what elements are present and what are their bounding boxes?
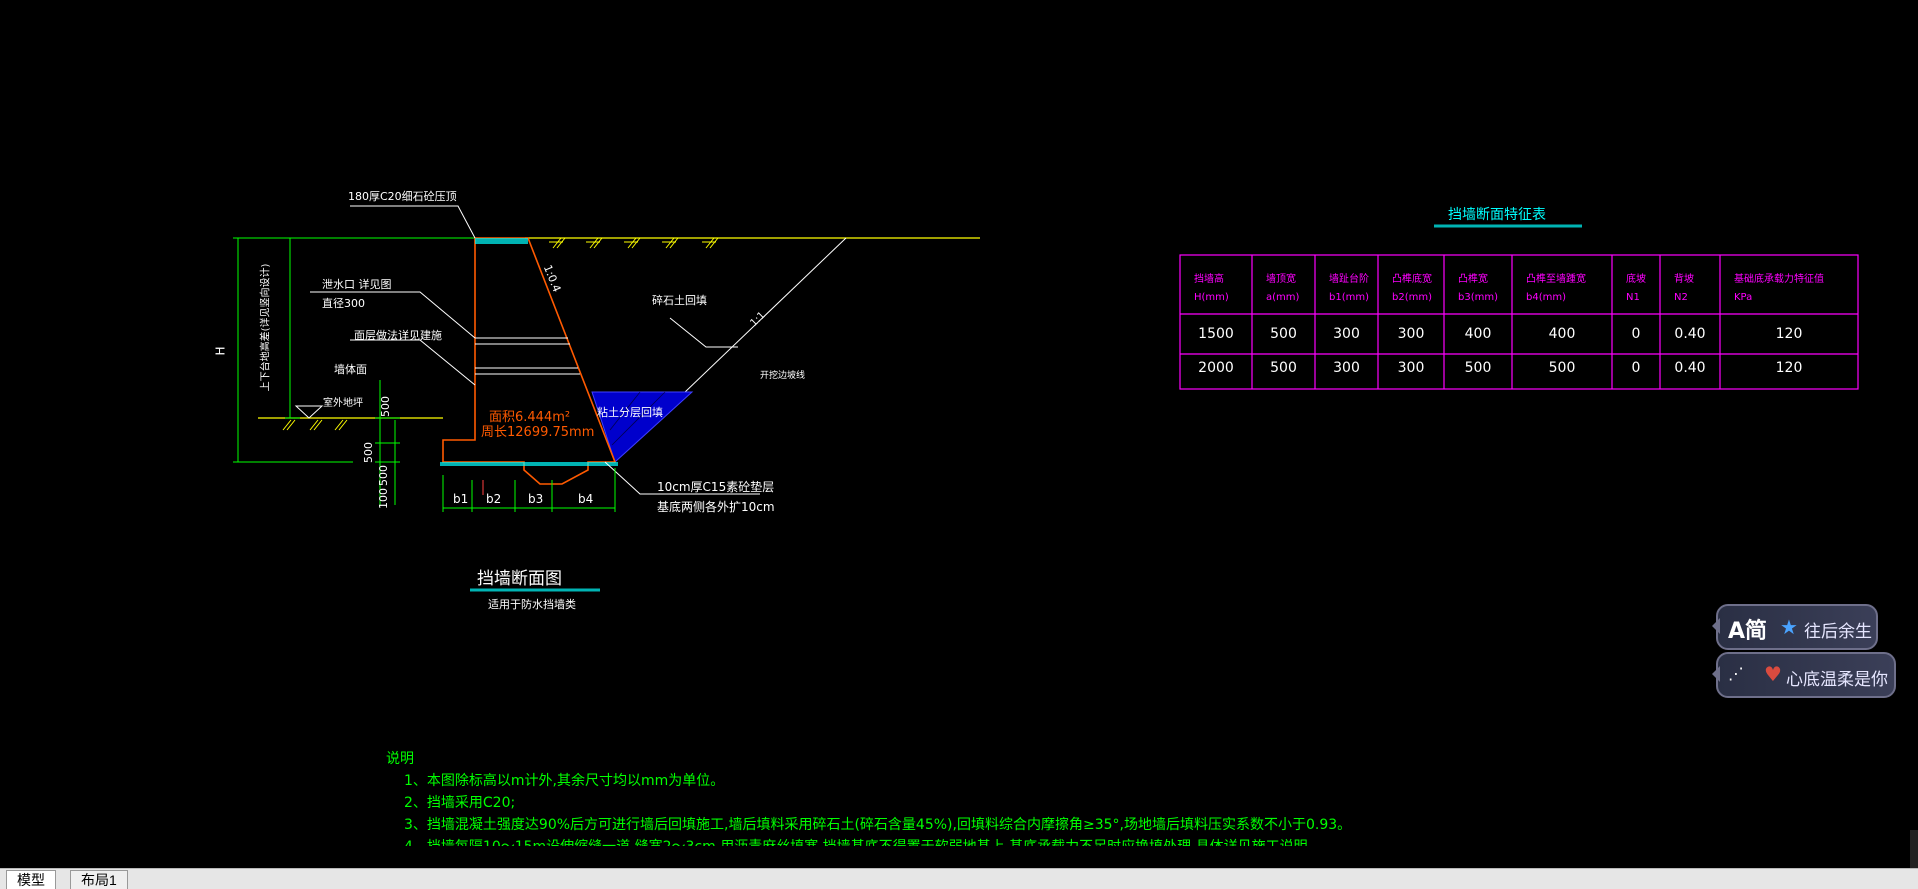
dim-100: 100 — [377, 488, 390, 509]
table-header-cell: N1 — [1626, 292, 1640, 303]
table-cell: 0.40 — [1674, 326, 1706, 342]
table-cell: 0.40 — [1674, 360, 1706, 376]
table-cell: 300 — [1397, 326, 1425, 342]
dim-b3: b3 — [528, 492, 544, 506]
table-title: 挡墙断面特征表 — [1448, 207, 1546, 223]
table-header-cell: b3(mm) — [1458, 292, 1498, 303]
dim-b2: b2 — [486, 492, 502, 506]
label-backfill-top: 碎石土回填 — [652, 294, 707, 307]
table-header-cell: 底坡 — [1626, 274, 1646, 285]
bubble-1-logo: A简 — [1728, 619, 1768, 644]
table-cell: 0 — [1631, 360, 1641, 376]
label-drain-dia: 直径300 — [322, 297, 365, 310]
table-cell: 500 — [1270, 360, 1297, 376]
overlay-bubble-1[interactable]: A简 ★ 往后余生 — [1712, 604, 1878, 650]
label-cap: 180厚C20细石砼压顶 — [348, 190, 457, 203]
table-cell: 500 — [1464, 360, 1492, 376]
note-3: 3、挡墙混凝土强度达90%后方可进行墙后回填施工,墙后填料采用碎石土(碎石含量4… — [404, 817, 1352, 833]
label-left-vertical: 上下台地高差(详见竖向设计) — [260, 263, 272, 392]
decor-icon: ⋰ — [1728, 664, 1744, 683]
dim-500-b: 500 — [362, 442, 375, 463]
tab-layout1[interactable]: 布局1 — [70, 870, 128, 889]
table-cell: 400 — [1548, 326, 1576, 342]
table-cell: 2000 — [1198, 360, 1234, 376]
label-h: H — [213, 346, 228, 356]
section-title: 挡墙断面图 — [477, 569, 562, 589]
retaining-wall-body — [442, 237, 617, 485]
table-cell: 1500 — [1198, 326, 1234, 342]
table-header-cell: 凸榫底宽 — [1392, 274, 1432, 285]
star-icon: ★ — [1780, 615, 1798, 639]
notes-block: 说明 1、本图除标高以m计外,其余尺寸均以mm为单位。 2、挡墙采用C20; 3… — [386, 748, 1351, 846]
table-header-cell: KPa — [1734, 292, 1753, 303]
table-cell: 300 — [1333, 360, 1360, 376]
table-cell: 500 — [1270, 326, 1297, 342]
wall-cap — [475, 238, 528, 244]
table-cell: 120 — [1775, 326, 1803, 342]
vertical-scrollbar[interactable] — [1910, 830, 1918, 868]
table-header-cell: b4(mm) — [1526, 292, 1566, 303]
table-header-cell: 墙趾台阶 — [1329, 274, 1369, 285]
base-layer — [440, 462, 618, 466]
label-base-width: 基底两侧各外扩10cm — [657, 500, 775, 514]
bubble-2-text: 心底温柔是你 — [1786, 670, 1888, 690]
table-header-cell: b1(mm) — [1329, 292, 1369, 303]
label-backfill-blue: 粘土分层回填 — [597, 406, 663, 419]
label-base-layer: 10cm厚C15素砼垫层 — [657, 480, 775, 494]
table-header-cell: 挡墙高 — [1194, 274, 1224, 285]
note-4: 4、挡墙每隔10～15m设伸缩缝一道,缝宽2～3cm,用沥青麻丝填塞,挡墙基底不… — [386, 836, 1351, 846]
table-header-cell: b2(mm) — [1392, 292, 1432, 303]
table-header-cell: 墙顶宽 — [1266, 274, 1296, 285]
section-subtitle: 适用于防水挡墙类 — [488, 598, 576, 611]
label-wall-face: 面层做法详见建施 — [354, 329, 442, 342]
table-header-cell: a(mm) — [1266, 292, 1300, 303]
layout-tab-bar: 模型 布局1 — [0, 868, 1918, 889]
table-header-cell: 凸榫宽 — [1458, 274, 1488, 285]
note-2: 2、挡墙采用C20; — [404, 795, 516, 811]
table-header-cell: 背坡 — [1674, 274, 1694, 285]
table-cell: 120 — [1775, 360, 1803, 376]
label-perimeter: 周长12699.75mm — [481, 425, 595, 440]
overlay-bubble-2[interactable]: ⋰ ♥ 心底温柔是你 — [1712, 652, 1896, 698]
dim-b4: b4 — [578, 492, 594, 506]
table-header-cell: 凸榫至墙踵宽 — [1526, 274, 1586, 285]
table-header-cell: 基础底承载力特征值 — [1734, 274, 1824, 285]
dim-500-c: 500 — [377, 465, 390, 486]
clay-backfill-area — [591, 391, 694, 463]
heart-icon: ♥ — [1764, 662, 1782, 686]
table-cell: 300 — [1333, 326, 1360, 342]
table-cell: 400 — [1464, 326, 1492, 342]
tab-model[interactable]: 模型 — [6, 870, 56, 889]
table-cell: 300 — [1397, 360, 1425, 376]
bubble-1-text: 往后余生 — [1804, 622, 1872, 642]
cad-drawing-canvas[interactable] — [0, 0, 1918, 868]
dim-b1: b1 — [453, 492, 469, 506]
label-wall-face2: 墙体面 — [334, 363, 367, 376]
ground-elevation-mark — [294, 405, 324, 419]
table-header-cell: H(mm) — [1194, 292, 1229, 303]
label-drain: 泄水口 详见图 — [322, 278, 392, 291]
dim-500-a: 500 — [379, 396, 392, 417]
table-header-cell: N2 — [1674, 292, 1688, 303]
leader-lines — [310, 205, 760, 495]
notes-heading: 说明 — [386, 751, 414, 767]
table-cell: 0 — [1631, 326, 1641, 342]
note-1: 1、本图除标高以m计外,其余尺寸均以mm为单位。 — [404, 773, 725, 789]
table-cell: 500 — [1548, 360, 1576, 376]
label-ground: 室外地坪 — [323, 398, 363, 409]
label-excav-line: 开挖边坡线 — [760, 371, 806, 381]
